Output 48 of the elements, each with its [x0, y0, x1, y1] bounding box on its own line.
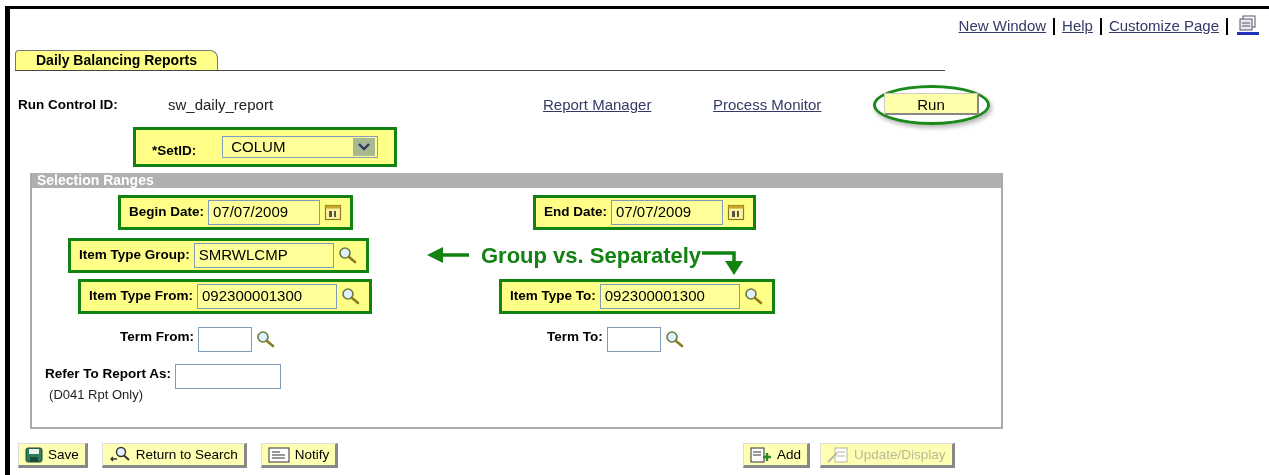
search-icon[interactable]: [341, 287, 361, 306]
annotation-text: Group vs. Separately: [481, 241, 702, 270]
input-field[interactable]: 092300001300: [197, 283, 337, 309]
input-field[interactable]: SMRWLCMP: [193, 242, 334, 268]
field-value: sw_daily_report: [168, 94, 275, 115]
input-field[interactable]: [175, 364, 281, 390]
link[interactable]: Process Monitor: [713, 93, 873, 117]
field-label: Item Type To:: [510, 287, 596, 306]
field-label: Term To:: [547, 327, 603, 346]
input-field[interactable]: [606, 326, 661, 352]
input-field[interactable]: [198, 326, 252, 352]
toolbar-button[interactable]: Add: [743, 443, 811, 469]
left-arrow: [427, 245, 471, 266]
field-label: *SetID:: [152, 142, 197, 160]
field-label: End Date:: [544, 203, 607, 222]
input-field[interactable]: 07/07/2009: [611, 199, 723, 225]
header-link[interactable]: New Window: [958, 14, 1047, 38]
document-icon[interactable]: [1235, 15, 1261, 37]
field-label: Item Type Group:: [79, 246, 190, 265]
chevron-down-icon[interactable]: [353, 138, 376, 157]
search-icon[interactable]: [664, 330, 685, 349]
search-icon[interactable]: [743, 287, 764, 306]
link[interactable]: Report Manager: [543, 93, 713, 117]
section-title: Selection Ranges: [32, 173, 1001, 189]
field-label: Run Control ID:: [18, 95, 119, 114]
dropdown-field[interactable]: COLUM: [222, 136, 379, 159]
calendar-icon[interactable]: [324, 203, 342, 222]
search-icon[interactable]: [337, 246, 358, 265]
field-label: Refer To Report As:: [45, 365, 171, 384]
header-link[interactable]: Help: [1062, 14, 1093, 38]
run-button[interactable]: Run: [884, 93, 979, 115]
input-field[interactable]: 092300001300: [599, 283, 740, 309]
input-field[interactable]: 07/07/2009: [208, 199, 320, 225]
toolbar-button[interactable]: Notify: [260, 443, 339, 469]
field-label: Term From:: [120, 327, 194, 346]
tab[interactable]: Daily Balancing Reports: [15, 50, 219, 70]
header-link[interactable]: Customize Page: [1108, 14, 1219, 38]
toolbar-button[interactable]: Return to Search: [101, 443, 247, 469]
calendar-icon[interactable]: [727, 203, 745, 222]
search-icon[interactable]: [256, 330, 276, 349]
toolbar-button[interactable]: Save: [18, 443, 88, 469]
field-label: Item Type From:: [89, 287, 193, 306]
search-icon: [108, 446, 131, 464]
notepad-icon: [267, 446, 290, 463]
document-add-icon: [750, 446, 772, 463]
document-pen-icon: [827, 446, 850, 463]
field-note: (D041 Rpt Only): [49, 385, 143, 404]
field-label: Begin Date:: [129, 203, 204, 222]
